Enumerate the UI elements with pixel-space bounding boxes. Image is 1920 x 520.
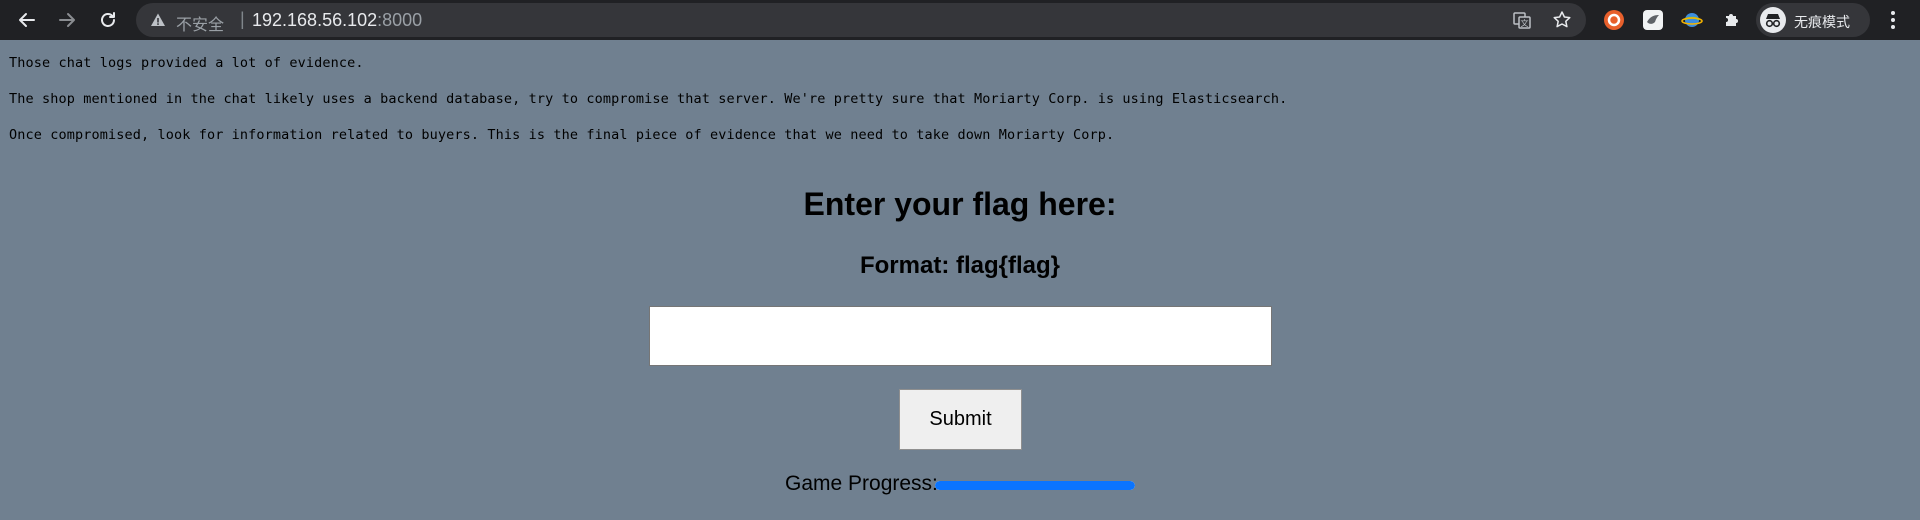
game-progress-fill bbox=[935, 481, 1135, 490]
reload-button[interactable] bbox=[93, 5, 123, 35]
flag-format-hint: Format: flag{flag} bbox=[859, 252, 1060, 279]
browser-menu-button[interactable] bbox=[1886, 8, 1900, 32]
url-text: 192.168.56.102:8000 bbox=[252, 10, 422, 31]
back-button[interactable] bbox=[12, 5, 42, 35]
svg-text:文: 文 bbox=[1521, 18, 1529, 28]
game-progress-bar bbox=[935, 481, 1135, 490]
browser-toolbar: 不安全 | 192.168.56.102:8000 文 无痕模式 bbox=[0, 0, 1920, 40]
submit-button[interactable]: Submit bbox=[899, 389, 1022, 450]
bookmark-star-button[interactable] bbox=[1552, 10, 1572, 30]
message-line-2: The shop mentioned in the chat likely us… bbox=[9, 91, 1288, 107]
not-secure-label: 不安全 bbox=[176, 15, 225, 34]
url-host: 192.168.56.102 bbox=[252, 10, 378, 30]
message-line-1: Those chat logs provided a lot of eviden… bbox=[9, 55, 364, 71]
reload-icon bbox=[101, 12, 115, 27]
avatar bbox=[1760, 7, 1786, 33]
flag-input[interactable] bbox=[649, 306, 1272, 366]
incognito-icon bbox=[1765, 14, 1781, 28]
back-arrow-icon bbox=[19, 13, 35, 27]
orange-ring-extension-icon bbox=[1604, 10, 1624, 30]
translate-button[interactable]: 文 bbox=[1512, 10, 1532, 30]
forward-button[interactable] bbox=[52, 5, 82, 35]
incognito-profile-button[interactable]: 无痕模式 bbox=[1756, 3, 1870, 37]
extension-orange-button[interactable] bbox=[1602, 8, 1626, 32]
extension-bird-button[interactable] bbox=[1641, 8, 1665, 32]
message-line-3: Once compromised, look for information r… bbox=[9, 127, 1115, 143]
translate-icon: 文 bbox=[1513, 12, 1531, 29]
profile-label: 无痕模式 bbox=[1794, 15, 1850, 31]
extensions-menu-button[interactable] bbox=[1720, 8, 1744, 32]
globe-extension-icon bbox=[1681, 13, 1703, 27]
warning-icon bbox=[151, 13, 165, 26]
bird-extension-icon bbox=[1643, 10, 1663, 30]
extension-globe-button[interactable] bbox=[1680, 8, 1704, 32]
puzzle-icon bbox=[1726, 14, 1738, 26]
page-content: Those chat logs provided a lot of eviden… bbox=[0, 40, 1920, 520]
progress-label: Game Progress: bbox=[785, 472, 938, 495]
flag-heading: Enter your flag here: bbox=[803, 186, 1117, 222]
url-separator: | bbox=[240, 9, 245, 29]
star-icon bbox=[1553, 11, 1571, 28]
address-bar[interactable]: 不安全 | 192.168.56.102:8000 文 bbox=[136, 3, 1586, 37]
forward-arrow-icon bbox=[59, 13, 75, 27]
kebab-menu-icon bbox=[1891, 11, 1895, 29]
url-port: :8000 bbox=[377, 10, 423, 30]
